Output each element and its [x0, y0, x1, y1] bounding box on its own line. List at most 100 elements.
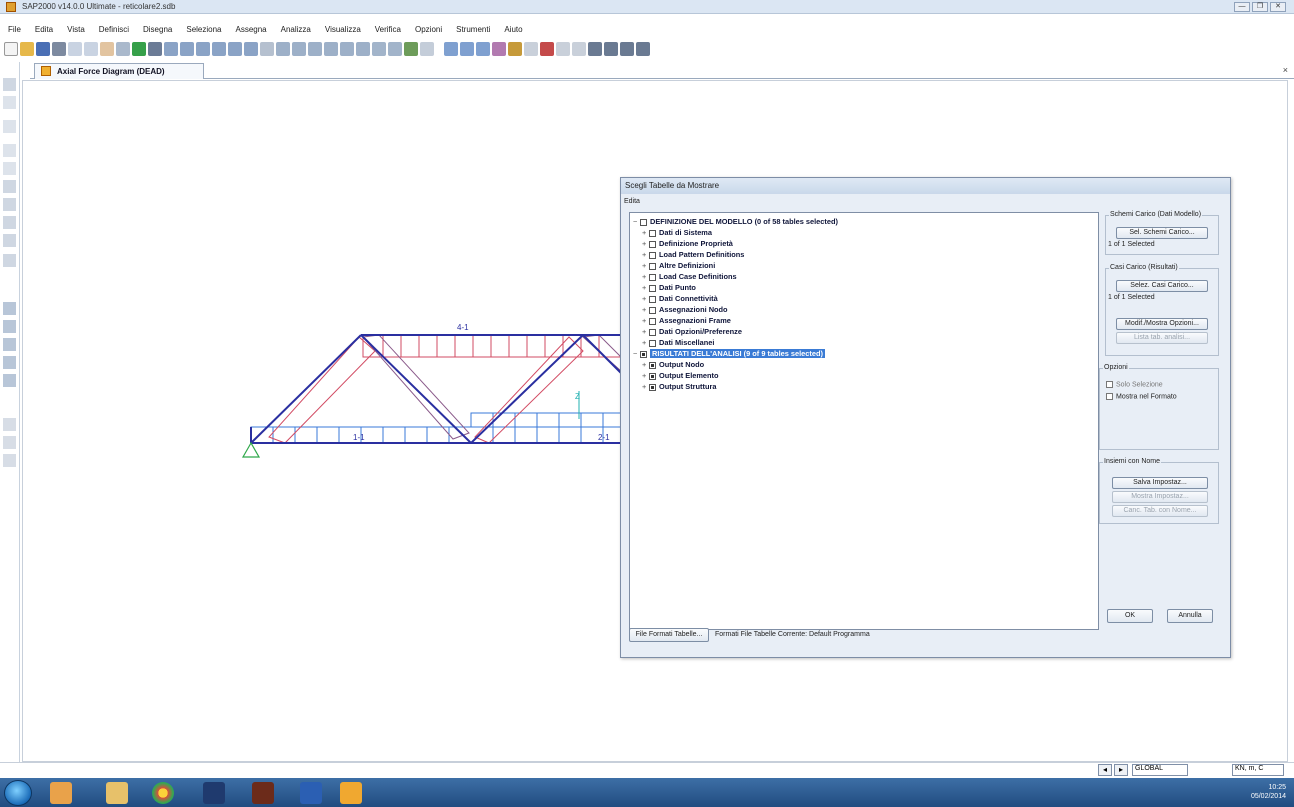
menu-disegna[interactable]: Disegna	[143, 25, 172, 39]
photoshop-icon[interactable]	[203, 782, 225, 804]
lock-icon[interactable]	[116, 42, 130, 56]
perspective-icon[interactable]	[356, 42, 370, 56]
draw-rect-icon[interactable]	[3, 198, 16, 211]
select-all-icon[interactable]	[492, 42, 506, 56]
select-intersect-icon[interactable]	[3, 356, 16, 369]
new-icon[interactable]	[4, 42, 18, 56]
tree-row[interactable]: + Assegnazioni Frame	[642, 316, 731, 327]
tree-row[interactable]: + Definizione Proprietà	[642, 239, 733, 250]
design-icon[interactable]	[508, 42, 522, 56]
edit-icon[interactable]	[100, 42, 114, 56]
zoom-window-icon[interactable]	[164, 42, 178, 56]
tree-row[interactable]: + Output Nodo	[642, 360, 704, 371]
clock[interactable]: 10:25 05/02/2014	[1251, 783, 1286, 801]
show-reactions-icon[interactable]	[620, 42, 634, 56]
tree-row[interactable]: + Dati Punto	[642, 283, 696, 294]
draw-solid-icon[interactable]	[3, 216, 16, 229]
down-icon[interactable]	[388, 42, 402, 56]
tree-row[interactable]: + Dati Connettività	[642, 294, 718, 305]
table-formats-file-button[interactable]: File Formati Tabelle...	[629, 628, 709, 642]
reshape-icon[interactable]	[3, 96, 16, 109]
quick-draw-icon[interactable]	[3, 162, 16, 175]
menu-edita[interactable]: Edita	[35, 25, 53, 39]
zoom-fit-icon[interactable]	[212, 42, 226, 56]
tree-row[interactable]: + Load Pattern Definitions	[642, 250, 744, 261]
tree-row[interactable]: − DEFINIZIONE DEL MODELLO (0 of 58 tables…	[633, 217, 838, 228]
selection-only-checkbox[interactable]: Solo Selezione	[1106, 381, 1163, 388]
deformed-shape-icon[interactable]	[404, 42, 418, 56]
zoom-prev-icon[interactable]	[228, 42, 242, 56]
select-all-tool-icon[interactable]	[3, 302, 16, 315]
snap-mid-icon[interactable]	[3, 436, 16, 449]
frame-forces-icon[interactable]	[444, 42, 458, 56]
snap-joint-icon[interactable]	[3, 418, 16, 431]
menu-seleziona[interactable]: Seleziona	[186, 25, 221, 39]
tree-row[interactable]: + Load Case Definitions	[642, 272, 737, 283]
sap2000-taskbar-icon[interactable]	[340, 782, 362, 804]
menu-visualizza[interactable]: Visualizza	[325, 25, 361, 39]
draw-tendon-icon[interactable]	[3, 254, 16, 267]
close-button[interactable]: ✕	[1270, 2, 1286, 12]
maximize-button[interactable]: ❐	[1252, 2, 1268, 12]
menu-verifica[interactable]: Verifica	[375, 25, 401, 39]
draw-point-icon[interactable]	[3, 120, 16, 133]
modify-options-button[interactable]: Modif./Mostra Opzioni...	[1116, 318, 1208, 330]
show-tables-icon[interactable]	[588, 42, 602, 56]
show-settings-button[interactable]: Mostra Impostaz...	[1112, 491, 1208, 503]
save-settings-button[interactable]: Salva Impostaz...	[1112, 477, 1208, 489]
tree-row-selected[interactable]: − RISULTATI DELL'ANALISI (9 of 9 tables s…	[633, 349, 825, 360]
tree-row[interactable]: + Dati Opzioni/Preferenze	[642, 327, 742, 338]
show-output-icon[interactable]	[636, 42, 650, 56]
tab-axial-force-diagram[interactable]: Axial Force Diagram (DEAD)	[34, 63, 204, 79]
explorer-folder-icon[interactable]	[106, 782, 128, 804]
table-icon[interactable]	[572, 42, 586, 56]
ok-button[interactable]: OK	[1107, 609, 1153, 623]
view-xz-icon[interactable]	[292, 42, 306, 56]
set-display-icon[interactable]	[420, 42, 434, 56]
close-tab-icon[interactable]: ×	[1283, 65, 1288, 75]
draw-line-icon[interactable]	[540, 42, 554, 56]
menu-strumenti[interactable]: Strumenti	[456, 25, 490, 39]
start-button-icon[interactable]	[4, 780, 32, 806]
grid-icon[interactable]	[556, 42, 570, 56]
media-player-icon[interactable]	[50, 782, 72, 804]
analysis-list-button[interactable]: Lista tab. analisi...	[1116, 332, 1208, 344]
cancel-button[interactable]: Annulla	[1167, 609, 1213, 623]
tables-tree[interactable]: − DEFINIZIONE DEL MODELLO (0 of 58 tables…	[629, 212, 1099, 630]
menu-opzioni[interactable]: Opzioni	[415, 25, 442, 39]
tree-row[interactable]: + Dati Miscellanei	[642, 338, 714, 349]
draw-link-icon[interactable]	[3, 234, 16, 247]
open-icon[interactable]	[20, 42, 34, 56]
show-formatted-checkbox[interactable]: Mostra nel Formato	[1106, 393, 1177, 400]
undo-icon[interactable]	[68, 42, 82, 56]
select-load-cases-button[interactable]: Selez. Casi Carico...	[1116, 280, 1208, 292]
tree-row[interactable]: + Output Elemento	[642, 371, 719, 382]
draw-frame-icon[interactable]	[476, 42, 490, 56]
menu-assegna[interactable]: Assegna	[236, 25, 267, 39]
section-cut-icon[interactable]	[524, 42, 538, 56]
view-xy-icon[interactable]	[276, 42, 290, 56]
select-load-patterns-button[interactable]: Sel. Schemi Carico...	[1116, 227, 1208, 239]
up-icon[interactable]	[372, 42, 386, 56]
menu-aiuto[interactable]: Aiuto	[504, 25, 522, 39]
select-line-icon[interactable]	[3, 374, 16, 387]
draw-area-icon[interactable]	[3, 180, 16, 193]
view-3d-icon[interactable]	[260, 42, 274, 56]
delete-named-tables-button[interactable]: Canc. Tab. con Nome...	[1112, 505, 1208, 517]
redo-icon[interactable]	[84, 42, 98, 56]
joint-forces-icon[interactable]	[460, 42, 474, 56]
zoom-in-icon[interactable]	[180, 42, 194, 56]
units-select[interactable]: KN, m, C	[1232, 764, 1284, 776]
snap-intersect-icon[interactable]	[3, 454, 16, 467]
illustrator-icon[interactable]	[252, 782, 274, 804]
menu-definisci[interactable]: Definisci	[99, 25, 129, 39]
tree-row[interactable]: + Assegnazioni Nodo	[642, 305, 728, 316]
zoom-out-icon[interactable]	[196, 42, 210, 56]
menu-analizza[interactable]: Analizza	[281, 25, 311, 39]
select-prev-icon[interactable]	[3, 320, 16, 333]
menu-vista[interactable]: Vista	[67, 25, 85, 39]
view-nv-icon[interactable]	[324, 42, 338, 56]
coordinate-system-select[interactable]: GLOBAL	[1132, 764, 1188, 776]
pointer-icon[interactable]	[3, 78, 16, 91]
draw-frame-tool-icon[interactable]	[3, 144, 16, 157]
